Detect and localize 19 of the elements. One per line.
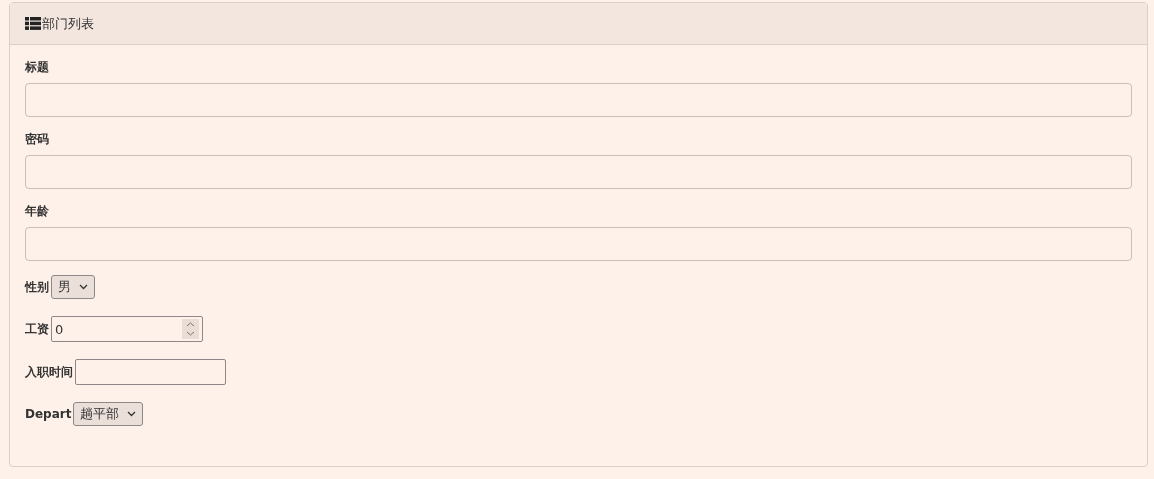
list-icon <box>25 17 41 30</box>
chevron-down-icon <box>79 284 88 290</box>
input-field[interactable] <box>75 359 226 385</box>
input-field[interactable] <box>25 227 1132 261</box>
spinner-icon <box>182 319 199 339</box>
select-dropdown[interactable]: 趟平部 <box>73 402 144 426</box>
chevron-down-icon <box>127 411 137 417</box>
field-label: Depart <box>25 407 72 421</box>
field-label: 入职时间 <box>25 363 73 381</box>
input-field[interactable] <box>25 155 1132 189</box>
panel-title: 部门列表 <box>42 14 94 33</box>
field-label: 年龄 <box>25 203 50 220</box>
input-field[interactable] <box>25 83 1132 117</box>
field-label: 工资 <box>25 320 49 338</box>
field-label: 性别 <box>25 278 49 296</box>
number-field[interactable]: 0 <box>51 316 203 342</box>
select-dropdown[interactable]: 男 <box>51 275 95 299</box>
field-label: 标题 <box>25 59 50 76</box>
field-label: 密码 <box>25 131 50 148</box>
